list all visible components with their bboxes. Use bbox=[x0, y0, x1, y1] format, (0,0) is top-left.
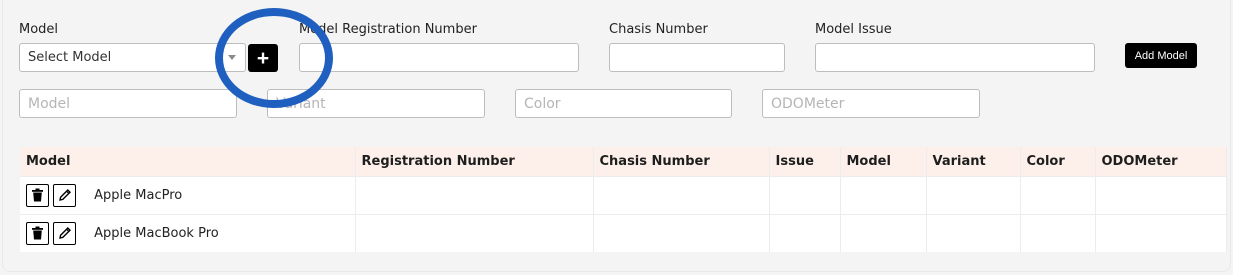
chevron-down-icon bbox=[228, 55, 236, 60]
table-header-row: Model Registration Number Chasis Number … bbox=[20, 147, 1227, 176]
color-cell bbox=[1020, 213, 1096, 252]
trash-icon bbox=[32, 188, 43, 202]
model-cell: Apple MacBook Pro bbox=[20, 213, 356, 252]
row-actions bbox=[26, 221, 76, 245]
model-cell-2 bbox=[840, 175, 927, 214]
chasis-input[interactable] bbox=[610, 44, 784, 71]
add-model-button[interactable]: Add Model bbox=[1125, 43, 1197, 68]
issue-field[interactable] bbox=[815, 43, 1095, 72]
chasis-cell bbox=[593, 175, 770, 214]
issue-label: Model Issue bbox=[815, 22, 892, 37]
column-header-color[interactable]: Color bbox=[1020, 147, 1096, 176]
delete-button[interactable] bbox=[26, 183, 49, 207]
issue-cell bbox=[769, 213, 841, 252]
odometer-cell bbox=[1095, 213, 1227, 252]
issue-input[interactable] bbox=[816, 44, 1094, 71]
registration-label: Model Registration Number bbox=[299, 22, 477, 37]
color-input[interactable] bbox=[516, 90, 731, 117]
column-header-model-2[interactable]: Model bbox=[840, 147, 927, 176]
variant-cell bbox=[926, 175, 1021, 214]
model-label: Model bbox=[19, 22, 59, 37]
chasis-field[interactable] bbox=[609, 43, 785, 72]
registration-cell bbox=[355, 175, 594, 214]
column-header-issue[interactable]: Issue bbox=[769, 147, 841, 176]
table-row: Apple MacPro bbox=[20, 175, 1227, 214]
color-field[interactable] bbox=[515, 89, 732, 118]
color-cell bbox=[1020, 175, 1096, 214]
registration-input[interactable] bbox=[300, 44, 578, 71]
row-model-name: Apple MacPro bbox=[94, 187, 183, 203]
pencil-icon bbox=[58, 189, 71, 201]
row-actions bbox=[26, 183, 76, 207]
model-cell: Apple MacPro bbox=[20, 175, 356, 214]
trash-icon bbox=[32, 226, 43, 240]
model-select[interactable]: Select Model bbox=[19, 43, 246, 72]
odometer-input[interactable] bbox=[763, 90, 979, 117]
chasis-label: Chasis Number bbox=[609, 22, 708, 37]
edit-button[interactable] bbox=[53, 183, 76, 207]
column-header-model[interactable]: Model bbox=[20, 147, 356, 176]
delete-button[interactable] bbox=[26, 221, 49, 245]
model-text-field[interactable] bbox=[19, 89, 237, 118]
add-model-option-button[interactable]: + bbox=[248, 44, 278, 72]
odometer-cell bbox=[1095, 175, 1227, 214]
variant-cell bbox=[926, 213, 1021, 252]
variant-field[interactable] bbox=[267, 89, 485, 118]
registration-field[interactable] bbox=[299, 43, 579, 72]
model-cell-2 bbox=[840, 213, 927, 252]
table-row: Apple MacBook Pro bbox=[20, 213, 1227, 252]
column-header-variant[interactable]: Variant bbox=[926, 147, 1021, 176]
registration-cell bbox=[355, 213, 594, 252]
edit-button[interactable] bbox=[53, 221, 76, 245]
model-text-input[interactable] bbox=[20, 90, 236, 117]
column-header-odometer[interactable]: ODOMeter bbox=[1095, 147, 1227, 176]
odometer-field[interactable] bbox=[762, 89, 980, 118]
model-select-value: Select Model bbox=[28, 50, 112, 65]
models-table: Model Registration Number Chasis Number … bbox=[20, 147, 1227, 252]
column-header-chasis[interactable]: Chasis Number bbox=[593, 147, 770, 176]
chasis-cell bbox=[593, 213, 770, 252]
issue-cell bbox=[769, 175, 841, 214]
variant-input[interactable] bbox=[268, 90, 484, 117]
pencil-icon bbox=[58, 227, 71, 240]
row-model-name: Apple MacBook Pro bbox=[94, 225, 219, 241]
column-header-registration[interactable]: Registration Number bbox=[355, 147, 594, 176]
